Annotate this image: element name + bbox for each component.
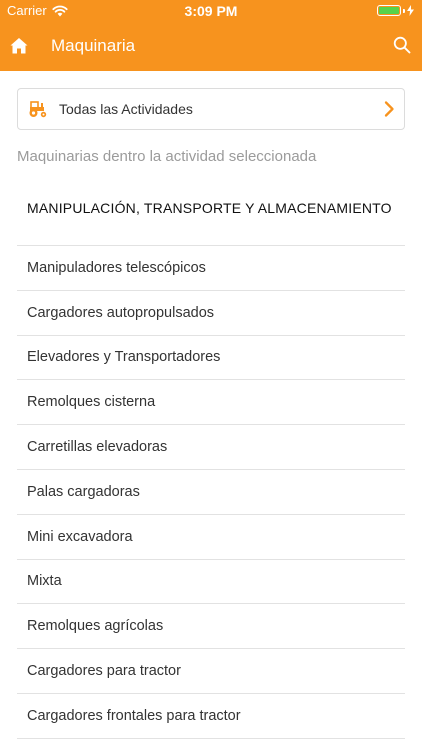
battery-icon xyxy=(377,5,401,16)
section-subtitle: Maquinarias dentro la actividad seleccio… xyxy=(17,148,317,165)
list-item[interactable]: Elevadores y Transportadores xyxy=(17,336,405,381)
tractor-icon xyxy=(29,101,47,118)
chevron-right-icon xyxy=(384,101,394,117)
search-icon[interactable] xyxy=(392,35,412,55)
list-item[interactable]: Remolques agrícolas xyxy=(17,604,405,650)
activity-selector-label: Todas las Actividades xyxy=(59,101,193,117)
status-bar: Carrier 3:09 PM xyxy=(0,0,422,22)
navigation-bar: Maquinaria xyxy=(0,22,422,71)
machinery-list: MANIPULACIÓN, TRANSPORTE Y ALMACENAMIENT… xyxy=(17,186,405,739)
list-item[interactable]: Cargadores frontales para tractor xyxy=(17,694,405,739)
battery-indicator xyxy=(377,5,414,16)
home-icon[interactable] xyxy=(9,36,29,56)
list-item[interactable]: Mixta xyxy=(17,560,405,605)
battery-tip xyxy=(403,8,405,13)
clock: 3:09 PM xyxy=(184,3,238,19)
list-item[interactable]: Cargadores para tractor xyxy=(17,649,405,694)
charging-bolt-icon xyxy=(407,5,414,16)
page-title: Maquinaria xyxy=(51,36,136,55)
category-header: MANIPULACIÓN, TRANSPORTE Y ALMACENAMIENT… xyxy=(17,186,405,246)
list-item[interactable]: Mini excavadora xyxy=(17,515,405,560)
battery-level xyxy=(379,7,399,14)
list-item[interactable]: Palas cargadoras xyxy=(17,470,405,515)
list-item[interactable]: Cargadores autopropulsados xyxy=(17,291,405,336)
list-item[interactable]: Remolques cisterna xyxy=(17,380,405,426)
activity-selector[interactable]: Todas las Actividades xyxy=(17,88,405,130)
list-item[interactable]: Carretillas elevadoras xyxy=(17,425,405,470)
list-item[interactable]: Manipuladores telescópicos xyxy=(17,246,405,291)
